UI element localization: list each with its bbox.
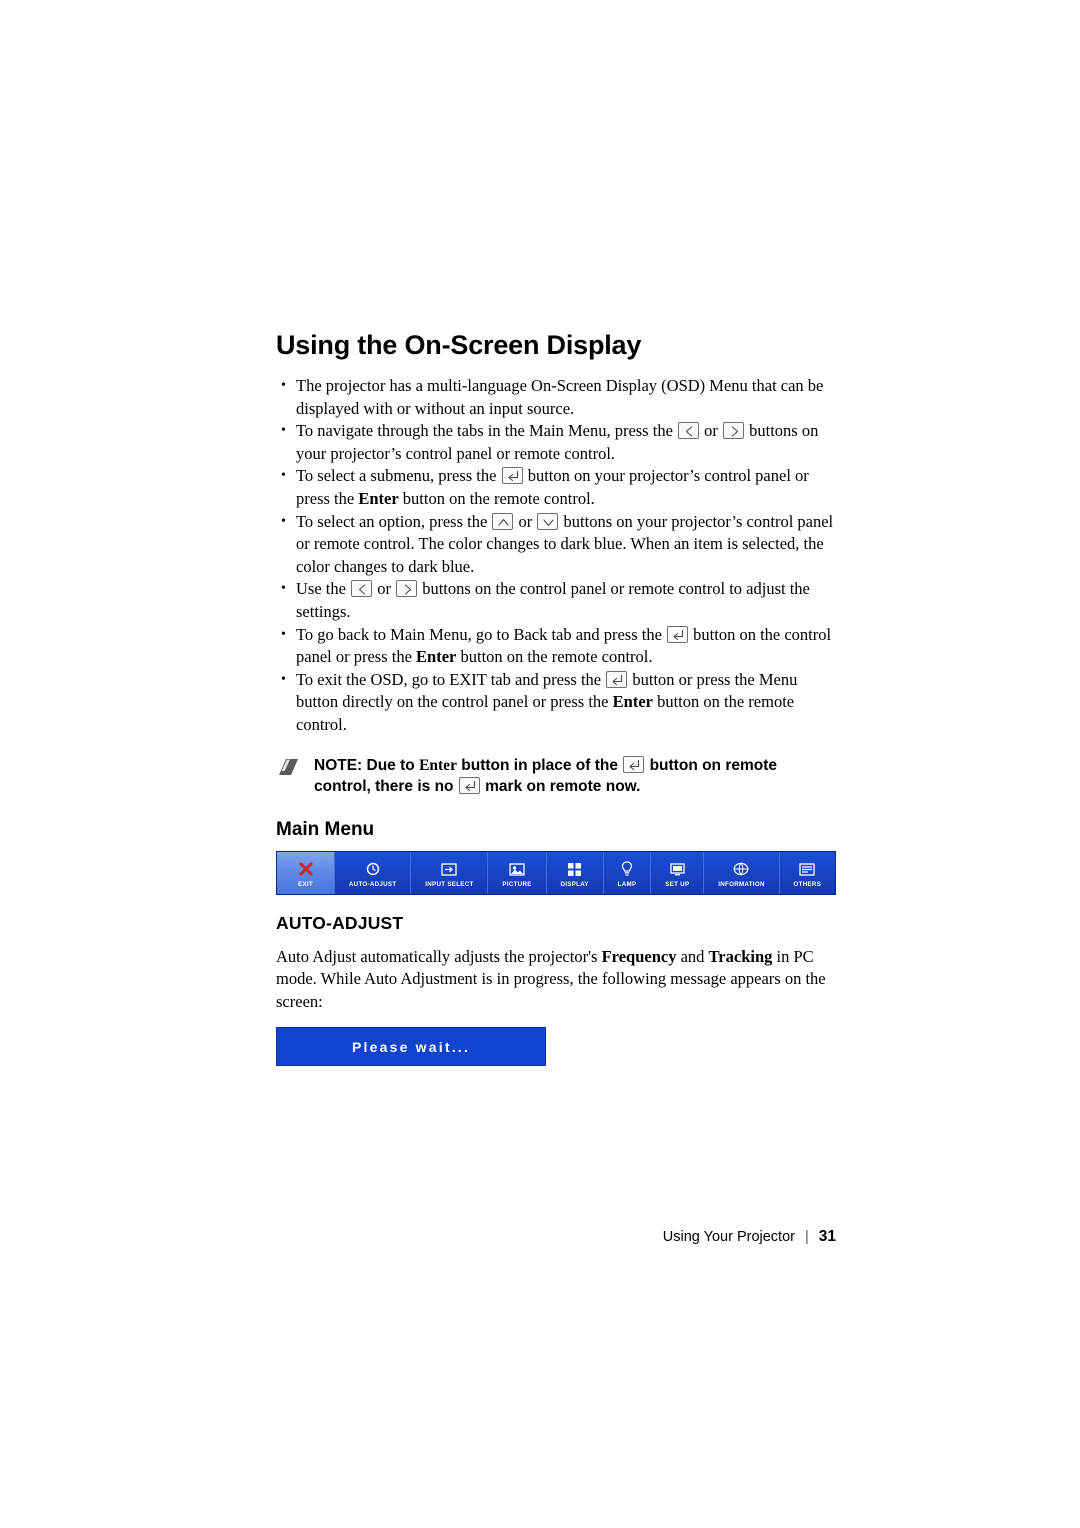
information-icon [733, 859, 749, 879]
osd-tab-others[interactable]: OTHERS [780, 852, 835, 894]
emphasis-text: Enter [358, 488, 399, 508]
osd-tab-input-select[interactable]: INPUT SELECT [411, 851, 489, 894]
osd-tab-auto-adjust[interactable]: AUTO-ADJUST [335, 851, 412, 894]
page-content: Using the On-Screen Display The projecto… [276, 330, 836, 1067]
note-icon [278, 758, 300, 777]
emphasis-text: Enter [419, 756, 457, 774]
enter-key-icon [667, 625, 689, 643]
section-paragraph: Auto Adjust automatically adjusts the pr… [276, 946, 826, 1011]
osd-tab-label: SET UP [665, 881, 690, 888]
auto-adjust-icon [365, 859, 381, 879]
enter-key-icon [623, 755, 645, 773]
osd-tab-exit[interactable]: EXIT [277, 851, 335, 894]
note-label: NOTE: [314, 756, 363, 774]
left-arrow-key-icon [351, 580, 373, 598]
enter-key-icon [501, 467, 523, 485]
osd-tab-label: DISPLAY [560, 881, 589, 888]
lamp-icon [621, 859, 633, 879]
right-arrow-key-icon [396, 580, 418, 598]
osd-tab-display[interactable]: DISPLAY [547, 851, 604, 894]
emphasis-text: Frequency [601, 946, 677, 966]
picture-icon [509, 859, 525, 879]
down-arrow-key-icon [537, 512, 559, 530]
document-page: Using the On-Screen Display The projecto… [0, 0, 1080, 1528]
page-footer: Using Your Projector | 31 [276, 1228, 836, 1246]
section-heading: AUTO-ADJUST [276, 912, 404, 933]
input-select-icon [441, 859, 458, 879]
instruction-item: To exit the OSD, go to EXIT tab and pres… [276, 669, 836, 737]
footer-section-label: Using Your Projector [662, 1229, 795, 1245]
osd-tab-label: PICTURE [502, 881, 532, 888]
osd-tab-lamp[interactable]: LAMP [604, 851, 652, 894]
enter-key-icon [458, 776, 480, 794]
page-number: 31 [818, 1228, 836, 1245]
osd-tab-label: OTHERS [793, 881, 822, 888]
emphasis-text: Enter [612, 692, 653, 712]
enter-key-icon [606, 670, 628, 688]
exit-x-icon [299, 859, 313, 879]
please-wait-label: Please wait... [352, 1038, 470, 1055]
up-arrow-key-icon [492, 512, 514, 530]
osd-tab-label: EXIT [298, 881, 313, 888]
instruction-list: The projector has a multi-language On-Sc… [276, 375, 836, 737]
instruction-item: Use the or buttons on the control panel … [276, 578, 836, 623]
osd-tab-label: INFORMATION [718, 881, 765, 888]
instruction-item: To select an option, press the or button… [276, 511, 836, 579]
left-arrow-key-icon [678, 422, 700, 440]
note-callout: NOTE: Due to Enter button in place of th… [276, 755, 836, 797]
setup-icon [670, 859, 685, 879]
emphasis-text: Tracking [708, 946, 773, 966]
instruction-item: To go back to Main Menu, go to Back tab … [276, 624, 836, 669]
osd-tab-label: AUTO-ADJUST [348, 881, 397, 888]
osd-tab-set-up[interactable]: SET UP [651, 851, 705, 894]
instruction-item: To navigate through the tabs in the Main… [276, 420, 836, 465]
right-arrow-key-icon [723, 422, 745, 440]
page-title: Using the On-Screen Display [276, 330, 642, 360]
instruction-item: The projector has a multi-language On-Sc… [276, 375, 836, 420]
osd-menu-bar[interactable]: EXIT AUTO-ADJUST INPUT SELECT PICTURE DISPLA… [276, 850, 836, 895]
osd-tab-picture[interactable]: PICTURE [488, 851, 547, 894]
osd-tab-information[interactable]: INFORMATION [704, 851, 780, 894]
emphasis-text: Enter [416, 647, 457, 667]
others-icon [799, 859, 815, 879]
note-text: NOTE: Due to Enter button in place of th… [314, 755, 778, 795]
please-wait-dialog: Please wait... [276, 1027, 546, 1067]
osd-tab-label: LAMP [617, 881, 637, 888]
main-menu-heading: Main Menu [276, 818, 375, 840]
display-icon [567, 859, 582, 879]
instruction-item: To select a submenu, press the button on… [276, 465, 836, 510]
osd-tab-label: INPUT SELECT [425, 881, 474, 888]
footer-separator: | [804, 1229, 809, 1245]
